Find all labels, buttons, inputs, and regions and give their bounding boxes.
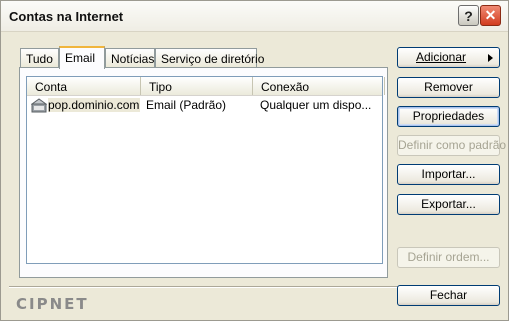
set-default-button[interactable]: Definir como padrão (397, 135, 506, 156)
arrow-right-icon (488, 54, 493, 62)
mail-account-icon (30, 97, 48, 116)
title-bar: Contas na Internet ? ✕ (1, 1, 508, 32)
list-header: Conta Tipo Conexão (27, 77, 385, 96)
account-name: pop.dominio.com... (48, 98, 140, 112)
column-header-conexao[interactable]: Conexão (253, 77, 385, 95)
window-title: Contas na Internet (9, 9, 124, 24)
list-item[interactable]: pop.dominio.com... Email (Padrão) Qualqu… (27, 96, 382, 114)
properties-button[interactable]: Propriedades (397, 106, 500, 127)
help-icon: ? (464, 7, 473, 24)
close-icon: ✕ (484, 7, 497, 23)
brand-logo: CIPNET (16, 295, 89, 313)
internet-accounts-dialog: Contas na Internet ? ✕ Tudo Email Notíci… (0, 0, 509, 321)
tab-noticias[interactable]: Notícias (105, 48, 155, 67)
tab-servico-diretorio[interactable]: Serviço de diretório (155, 48, 264, 67)
accounts-list[interactable]: Conta Tipo Conexão pop.dominio.com... Em… (26, 76, 385, 264)
import-button[interactable]: Importar... (397, 164, 500, 185)
help-button[interactable]: ? (458, 5, 479, 26)
tab-tudo[interactable]: Tudo (20, 48, 59, 67)
close-button[interactable]: ✕ (480, 5, 501, 26)
close-dialog-button[interactable]: Fechar (397, 285, 500, 306)
add-button-label: Adicionar (416, 50, 467, 64)
column-header-tipo[interactable]: Tipo (141, 77, 253, 95)
set-order-button[interactable]: Definir ordem... (397, 247, 500, 268)
column-header-conta[interactable]: Conta (27, 77, 141, 95)
tab-panel: Conta Tipo Conexão pop.dominio.com... Em… (19, 67, 388, 278)
remove-button[interactable]: Remover (397, 77, 500, 98)
account-connection: Qualquer um dispo... (260, 98, 372, 112)
add-button[interactable]: Adicionar (397, 47, 500, 68)
tab-email[interactable]: Email (59, 46, 105, 69)
account-type: Email (Padrão) (146, 98, 227, 112)
export-button[interactable]: Exportar... (397, 194, 500, 215)
